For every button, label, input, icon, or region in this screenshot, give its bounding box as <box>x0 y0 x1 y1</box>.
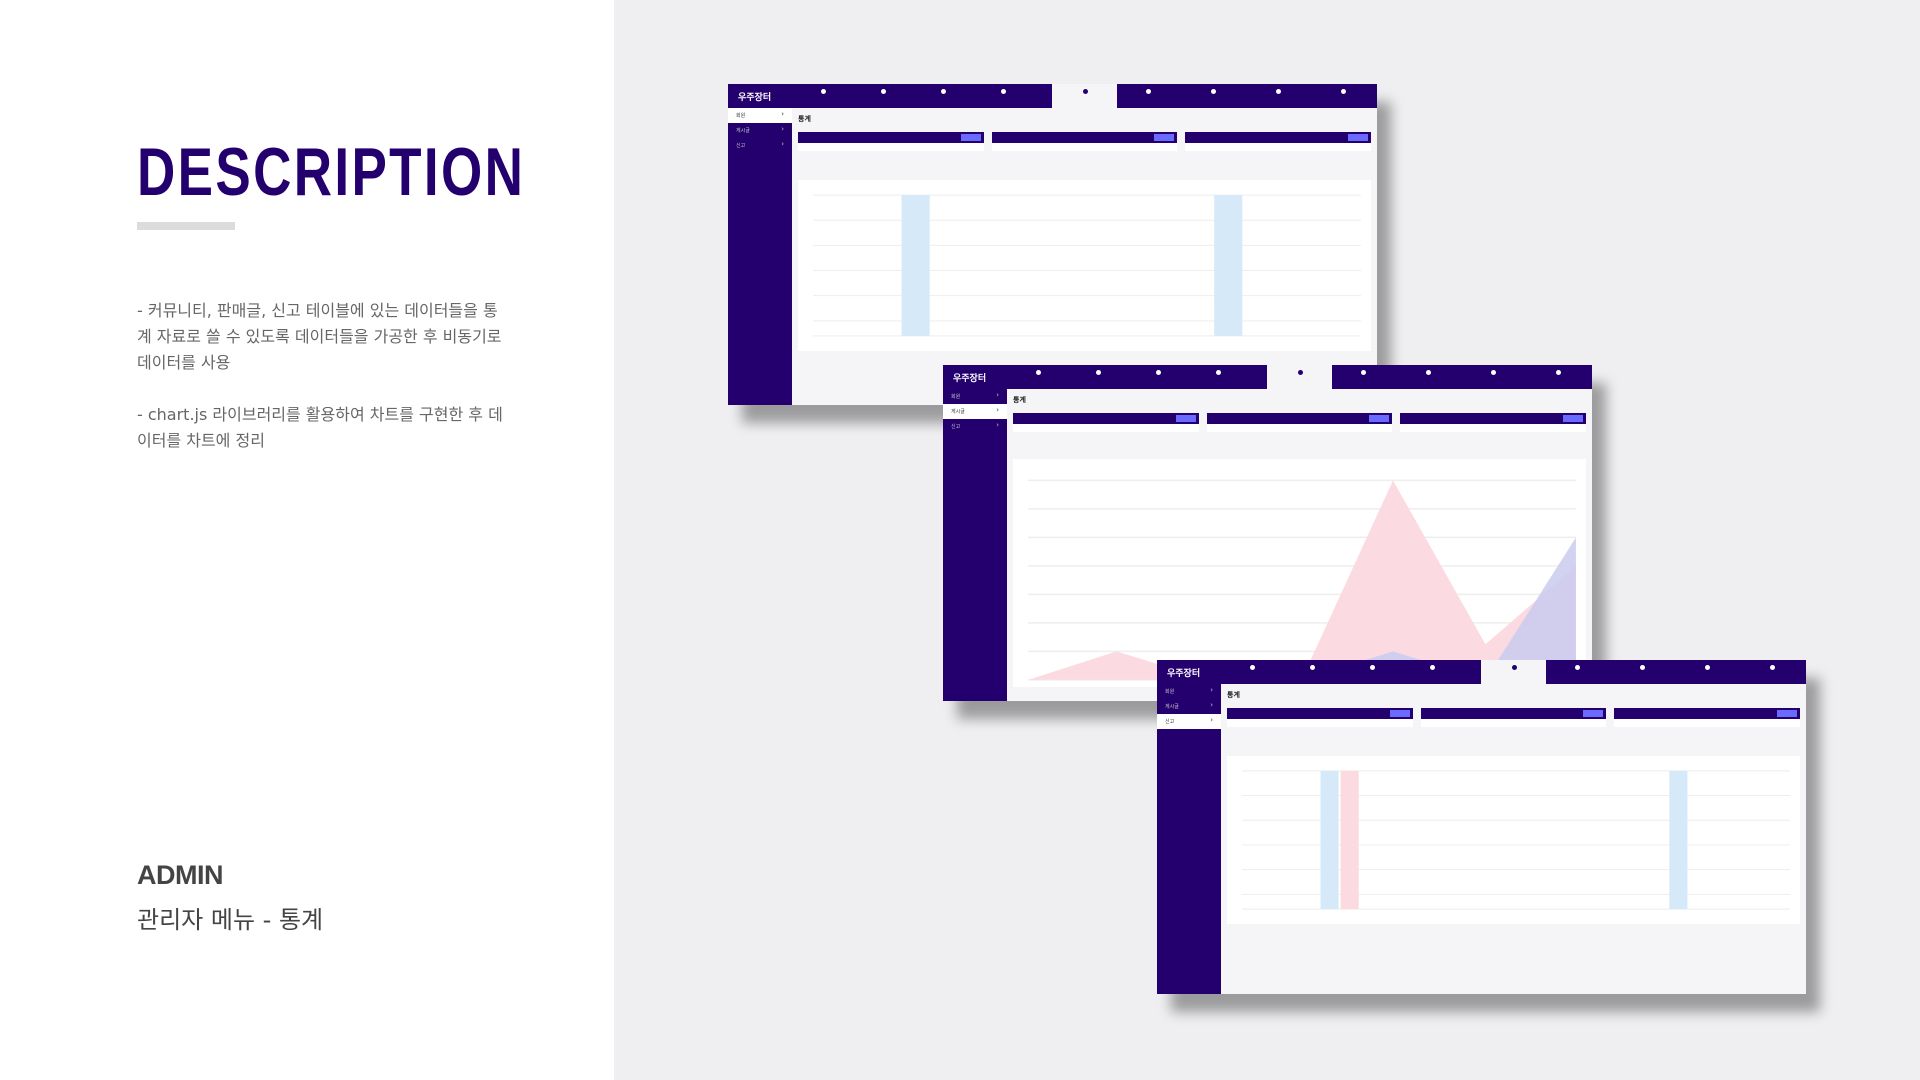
top-navigation: 우주장터 <box>943 365 1592 389</box>
stats-chart <box>798 180 1371 351</box>
nav-item <box>1617 665 1667 672</box>
summary-card <box>1185 132 1372 151</box>
nav-item <box>1533 370 1583 377</box>
admin-screenshot-members: 우주장터 회원 게시글 신고 통계 <box>728 84 1377 405</box>
nav-item <box>858 89 908 96</box>
sidebar-item-members: 회원 <box>1157 684 1221 699</box>
nav-item <box>918 89 968 96</box>
chart-bar <box>1320 770 1339 910</box>
nav-stats <box>1275 370 1325 377</box>
nav-item <box>1552 665 1602 672</box>
nav-item <box>1682 665 1732 672</box>
nav-item <box>1188 89 1238 96</box>
sidebar-item-posts: 게시글 <box>728 123 792 138</box>
active-nav-tab <box>1481 660 1546 684</box>
card-button <box>1154 134 1175 141</box>
chart-bar <box>901 195 930 336</box>
admin-screenshot-reports: 우주장터 회원 게시글 신고 통계 <box>1157 660 1806 994</box>
section-subtitle: 관리자 메뉴 - 통계 <box>137 906 324 934</box>
page-title: 통계 <box>798 115 811 123</box>
stats-chart <box>1227 756 1800 924</box>
summary-cards <box>1227 708 1801 727</box>
section-title: ADMIN <box>137 860 224 890</box>
logo: 우주장터 <box>738 93 772 103</box>
summary-card <box>1400 413 1587 432</box>
nav-item <box>1123 89 1173 96</box>
summary-cards <box>798 132 1372 151</box>
chart-bar <box>1340 770 1359 910</box>
summary-card <box>991 132 1178 151</box>
sidebar-item-posts: 게시글 <box>943 404 1007 419</box>
top-navigation: 우주장터 <box>728 84 1377 108</box>
sidebar-item-posts: 게시글 <box>1157 699 1221 714</box>
summary-card <box>798 132 984 151</box>
description-panel: DESCRIPTION - 커뮤니티, 판매글, 신고 테이블에 있는 데이터들… <box>0 0 614 1080</box>
nav-stats <box>1489 665 1539 672</box>
sidebar-item-reports: 신고 <box>1157 714 1221 729</box>
nav-item <box>1193 370 1243 377</box>
nav-item <box>1747 665 1797 672</box>
top-navigation: 우주장터 <box>1157 660 1806 684</box>
card-button <box>1583 710 1604 717</box>
card-button <box>1175 415 1196 422</box>
card-button <box>1348 134 1369 141</box>
sidebar-item-members: 회원 <box>728 108 792 123</box>
chart-bar <box>1669 770 1688 910</box>
card-button <box>1777 710 1798 717</box>
summary-cards <box>1013 413 1587 432</box>
nav-item <box>1347 665 1397 672</box>
sidebar-item-reports: 신고 <box>728 138 792 153</box>
nav-item <box>1073 370 1123 377</box>
description-paragraph-1: - 커뮤니티, 판매글, 신고 테이블에 있는 데이터들을 통계 자료로 쓸 수… <box>137 301 502 372</box>
sidebar-item-reports: 신고 <box>943 419 1007 434</box>
active-nav-tab <box>1052 84 1117 108</box>
nav-stats <box>1060 89 1110 96</box>
logo: 우주장터 <box>953 374 987 384</box>
nav-item <box>1407 665 1457 672</box>
summary-card <box>1420 708 1607 727</box>
nav-item <box>1287 665 1337 672</box>
page-title: 통계 <box>1013 396 1026 404</box>
chart-bar <box>1214 195 1243 336</box>
nav-home <box>798 89 848 96</box>
stats-chart <box>1013 459 1586 687</box>
summary-card <box>1206 413 1393 432</box>
card-button <box>1563 415 1584 422</box>
sidebar: 회원 게시글 신고 <box>1157 684 1221 994</box>
sidebar: 회원 게시글 신고 <box>728 108 792 405</box>
sidebar-item-members: 회원 <box>943 389 1007 404</box>
chart-area-pink <box>1028 480 1576 680</box>
summary-card <box>1227 708 1413 727</box>
nav-item <box>1318 89 1368 96</box>
nav-item <box>1403 370 1453 377</box>
card-button <box>1389 710 1410 717</box>
card-button <box>960 134 981 141</box>
title-underline <box>137 222 235 230</box>
description-title: DESCRIPTION <box>137 134 526 210</box>
page-title: 통계 <box>1227 691 1240 699</box>
active-nav-tab <box>1267 365 1332 389</box>
nav-home <box>1013 370 1063 377</box>
nav-item <box>1253 89 1303 96</box>
description-paragraph-2: - chart.js 라이브러리를 활용하여 차트를 구현한 후 데이터를 차트… <box>137 405 503 450</box>
sidebar: 회원 게시글 신고 <box>943 389 1007 701</box>
summary-card <box>1614 708 1801 727</box>
nav-item <box>1133 370 1183 377</box>
nav-item <box>1338 370 1388 377</box>
card-button <box>1369 415 1390 422</box>
nav-item <box>1468 370 1518 377</box>
nav-home <box>1227 665 1277 672</box>
summary-card <box>1013 413 1199 432</box>
nav-item <box>978 89 1028 96</box>
logo: 우주장터 <box>1167 669 1201 679</box>
admin-screenshot-posts: 우주장터 회원 게시글 신고 통계 <box>943 365 1592 701</box>
